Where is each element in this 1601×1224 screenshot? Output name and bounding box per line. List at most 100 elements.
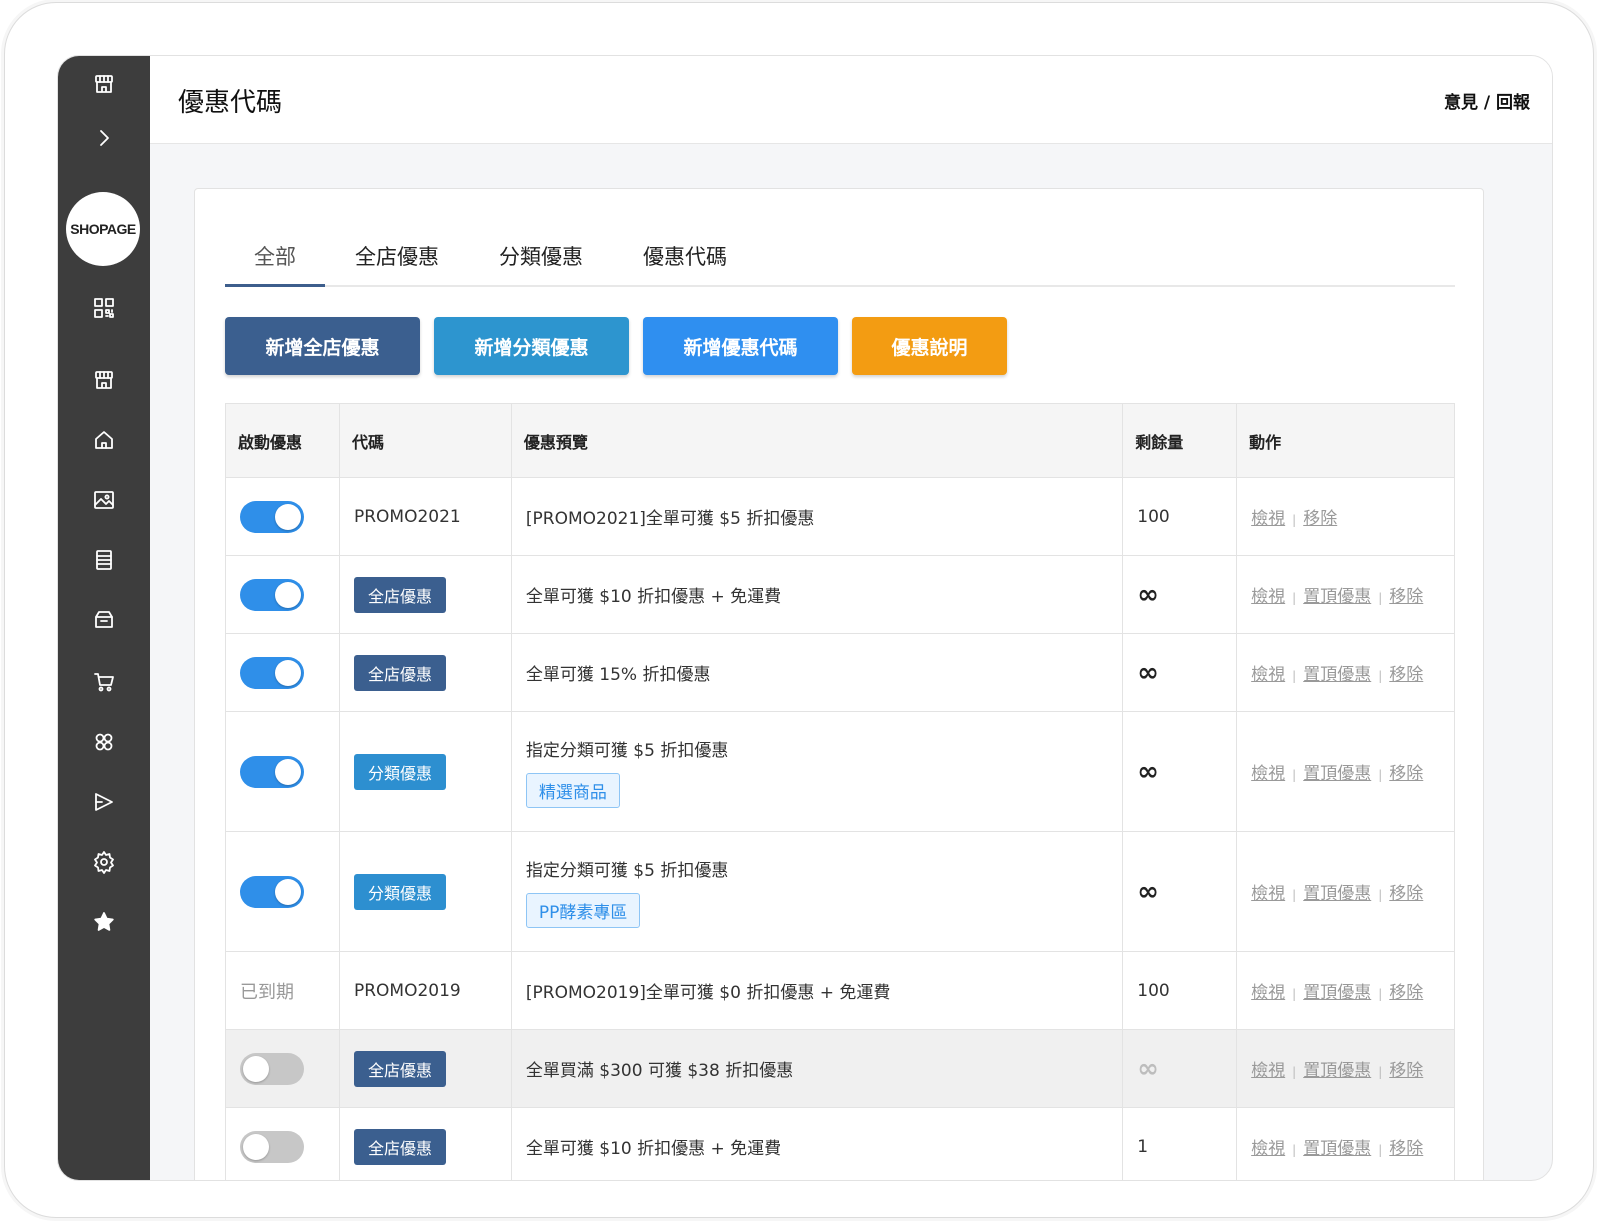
remove-link[interactable]: 移除	[1389, 1139, 1423, 1159]
store-icon[interactable]	[90, 366, 118, 394]
category-promo-badge: 分類優惠	[353, 753, 446, 790]
category-promo-badge: 分類優惠	[353, 873, 446, 910]
remove-link[interactable]: 移除	[1389, 1061, 1423, 1081]
members-icon[interactable]	[90, 728, 118, 756]
store-promo-badge: 全店優惠	[353, 576, 446, 613]
enable-toggle[interactable]	[240, 1130, 304, 1163]
preview-text: 指定分類可獲 $5 折扣優惠	[525, 860, 729, 881]
enable-toggle[interactable]	[240, 578, 304, 611]
document-icon[interactable]	[90, 546, 118, 574]
pin-link[interactable]: 置頂優惠	[1303, 764, 1371, 784]
pin-link[interactable]: 置頂優惠	[1303, 1061, 1371, 1081]
view-link[interactable]: 檢視	[1251, 764, 1285, 784]
header-preview: 優惠預覽	[510, 403, 1124, 478]
actions-cell: 檢視 | 置頂優惠 | 移除	[1236, 1029, 1455, 1108]
qr-code-icon[interactable]	[90, 294, 118, 322]
pin-link[interactable]: 置頂優惠	[1303, 665, 1371, 685]
feedback-link[interactable]: 意見 / 回報	[1444, 88, 1530, 113]
preview-cell: 全單買滿 $300 可獲 $38 折扣優惠	[510, 1029, 1124, 1108]
gear-icon[interactable]	[90, 848, 118, 876]
remove-link[interactable]: 移除	[1389, 665, 1423, 685]
preview-cell: 全單可獲 15% 折扣優惠	[510, 633, 1124, 712]
page-title: 優惠代碼	[178, 88, 283, 118]
remaining-cell: 100	[1122, 477, 1238, 556]
table-row: 分類優惠 指定分類可獲 $5 折扣優惠 PP酵素專區 ∞ 檢視 | 置頂優惠 | 移除	[225, 831, 1455, 952]
code-cell: PROMO2021	[338, 477, 512, 556]
view-link[interactable]: 檢視	[1251, 1061, 1285, 1081]
view-link[interactable]: 檢視	[1251, 884, 1285, 904]
table-row: 已到期 PROMO2019 [PROMO2019]全單可獲 $0 折扣優惠 + …	[225, 951, 1455, 1030]
chevron-right-icon[interactable]	[90, 124, 118, 152]
remaining-cell: ∞	[1137, 657, 1159, 688]
view-link[interactable]: 檢視	[1251, 509, 1285, 529]
action-buttons: 新增全店優惠 新增分類優惠 新增優惠代碼 優惠說明	[225, 317, 1007, 375]
coupon-table: 啟動優惠 代碼 優惠預覽 剩餘量 動作 PROMO2021 [PROMO2021…	[225, 403, 1455, 1180]
header-enable: 啟動優惠	[225, 403, 340, 478]
enable-toggle[interactable]	[240, 1052, 304, 1085]
table-row: PROMO2021 [PROMO2021]全單可獲 $5 折扣優惠 100 檢視…	[225, 477, 1455, 556]
view-link[interactable]: 檢視	[1251, 665, 1285, 685]
tab-store-promo[interactable]: 全店優惠	[325, 229, 469, 287]
store-promo-badge: 全店優惠	[353, 654, 446, 691]
tab-all[interactable]: 全部	[225, 229, 325, 287]
add-promo-code-button[interactable]: 新增優惠代碼	[643, 317, 838, 375]
view-link[interactable]: 檢視	[1251, 1139, 1285, 1159]
pin-link[interactable]: 置頂優惠	[1303, 1139, 1371, 1159]
image-icon[interactable]	[90, 486, 118, 514]
actions-cell: 檢視 | 置頂優惠 | 移除	[1236, 1107, 1455, 1180]
remove-link[interactable]: 移除	[1389, 884, 1423, 904]
pin-link[interactable]: 置頂優惠	[1303, 983, 1371, 1003]
inbox-icon[interactable]	[90, 606, 118, 634]
cart-icon[interactable]	[90, 668, 118, 696]
promo-explain-button[interactable]: 優惠說明	[852, 317, 1007, 375]
enable-toggle[interactable]	[240, 656, 304, 689]
remove-link[interactable]: 移除	[1389, 587, 1423, 607]
actions-cell: 檢視 | 置頂優惠 | 移除	[1236, 831, 1455, 952]
preview-cell: [PROMO2019]全單可獲 $0 折扣優惠 + 免運費	[510, 951, 1124, 1030]
remove-link[interactable]: 移除	[1389, 764, 1423, 784]
actions-cell: 檢視 | 置頂優惠 | 移除	[1236, 951, 1455, 1030]
enable-toggle[interactable]	[240, 500, 304, 533]
store-promo-badge: 全店優惠	[353, 1128, 446, 1165]
tab-promo-code[interactable]: 優惠代碼	[613, 229, 757, 287]
brand-logo[interactable]: SHOPAGE	[66, 192, 140, 266]
pin-link[interactable]: 置頂優惠	[1303, 587, 1371, 607]
tab-bar: 全部 全店優惠 分類優惠 優惠代碼	[225, 229, 1455, 287]
remove-link[interactable]: 移除	[1303, 509, 1337, 529]
table-row: 全店優惠 全單可獲 $10 折扣優惠 + 免運費 1 檢視 | 置頂優惠 | 移除	[225, 1107, 1455, 1180]
remove-link[interactable]: 移除	[1389, 983, 1423, 1003]
actions-cell: 檢視 | 置頂優惠 | 移除	[1236, 633, 1455, 712]
storefront-icon[interactable]	[90, 70, 118, 98]
star-icon[interactable]	[90, 908, 118, 936]
category-tag[interactable]: PP酵素專區	[525, 892, 641, 928]
enable-toggle[interactable]	[240, 755, 304, 788]
table-header-row: 啟動優惠 代碼 優惠預覽 剩餘量 動作	[225, 403, 1455, 478]
remaining-cell: 100	[1122, 951, 1238, 1030]
remaining-cell: ∞	[1137, 756, 1159, 787]
home-icon[interactable]	[90, 426, 118, 454]
actions-cell: 檢視 | 置頂優惠 | 移除	[1236, 711, 1455, 832]
tab-category-promo[interactable]: 分類優惠	[469, 229, 613, 287]
view-link[interactable]: 檢視	[1251, 983, 1285, 1003]
category-tag[interactable]: 精選商品	[525, 772, 620, 808]
add-category-promo-button[interactable]: 新增分類優惠	[434, 317, 629, 375]
device-frame: SHOPAGE 優惠代碼 意見 / 回報 全部 全店優惠 分類優惠 優惠代碼 新…	[4, 2, 1594, 1218]
megaphone-icon[interactable]	[90, 788, 118, 816]
actions-cell: 檢視 | 置頂優惠 | 移除	[1236, 555, 1455, 634]
sidebar: SHOPAGE	[58, 56, 150, 1180]
expired-label: 已到期	[240, 981, 294, 1003]
pin-link[interactable]: 置頂優惠	[1303, 884, 1371, 904]
store-promo-badge: 全店優惠	[353, 1050, 446, 1087]
preview-cell: 全單可獲 $10 折扣優惠 + 免運費	[510, 1107, 1124, 1180]
table-row: 全店優惠 全單可獲 $10 折扣優惠 + 免運費 ∞ 檢視 | 置頂優惠 | 移除	[225, 555, 1455, 634]
remaining-cell: 1	[1122, 1107, 1238, 1180]
remaining-cell: ∞	[1137, 876, 1159, 907]
header-actions: 動作	[1236, 403, 1455, 478]
enable-toggle[interactable]	[240, 875, 304, 908]
actions-cell: 檢視 | 移除	[1236, 477, 1455, 556]
view-link[interactable]: 檢視	[1251, 587, 1285, 607]
table-row: 全店優惠 全單可獲 15% 折扣優惠 ∞ 檢視 | 置頂優惠 | 移除	[225, 633, 1455, 712]
add-store-promo-button[interactable]: 新增全店優惠	[225, 317, 420, 375]
header-code: 代碼	[338, 403, 512, 478]
app-screen: SHOPAGE 優惠代碼 意見 / 回報 全部 全店優惠 分類優惠 優惠代碼 新…	[57, 55, 1553, 1181]
